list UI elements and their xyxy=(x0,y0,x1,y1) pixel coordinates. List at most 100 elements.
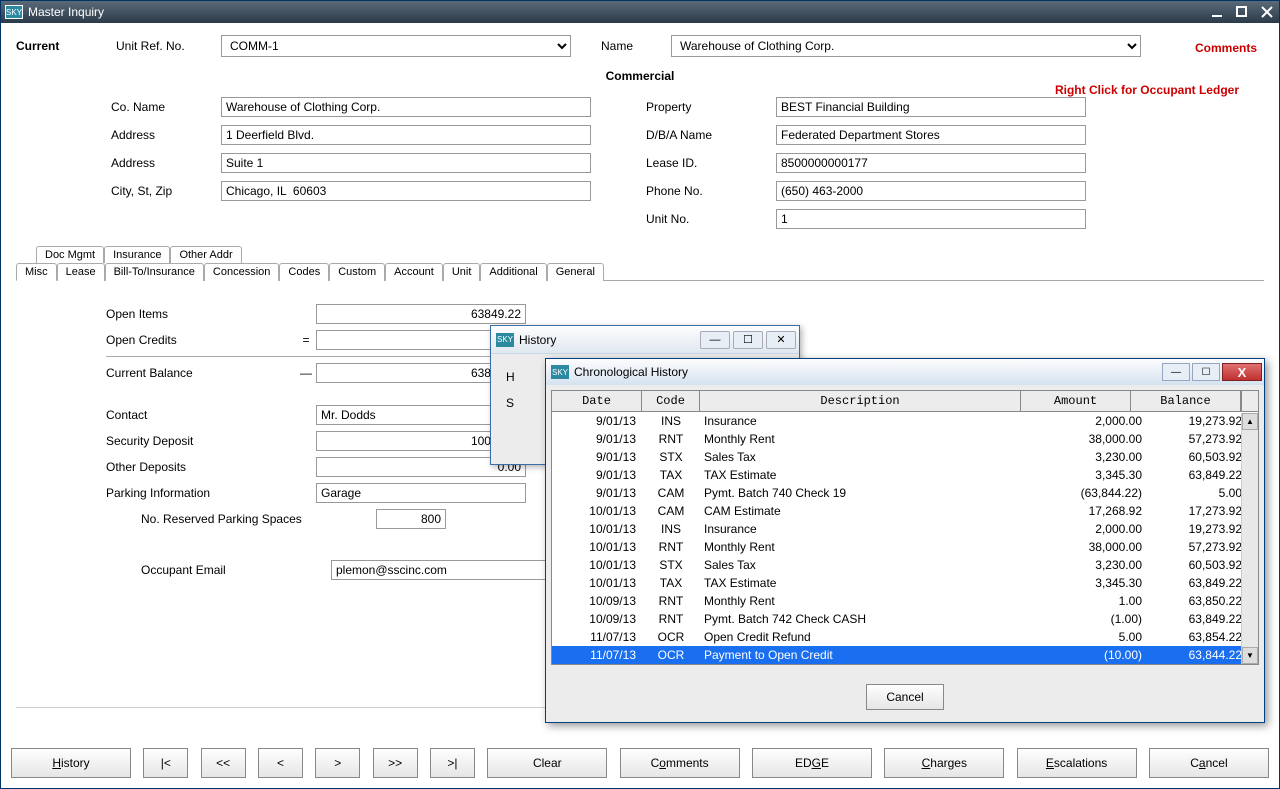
name-select[interactable]: Warehouse of Clothing Corp. xyxy=(671,35,1141,57)
history-maximize-button[interactable]: ☐ xyxy=(733,331,763,349)
table-row[interactable]: 10/01/13STXSales Tax3,230.0060,503.92 xyxy=(552,556,1258,574)
close-button[interactable] xyxy=(1254,3,1279,21)
history-minimize-button[interactable]: — xyxy=(700,331,730,349)
app-icon: SKY xyxy=(5,5,23,19)
col-desc[interactable]: Description xyxy=(700,391,1021,411)
tab-additional[interactable]: Additional xyxy=(480,263,546,281)
app-icon: SKY xyxy=(496,333,514,347)
chron-minimize-button[interactable]: — xyxy=(1162,363,1190,381)
edge-button[interactable]: EDGE xyxy=(752,748,872,778)
chron-title: Chronological History xyxy=(574,365,1162,379)
tab-doc-mgmt[interactable]: Doc Mgmt xyxy=(36,246,104,263)
maximize-button[interactable] xyxy=(1229,3,1254,21)
contact-label: Contact xyxy=(106,408,296,422)
table-row[interactable]: 9/01/13STXSales Tax3,230.0060,503.92 xyxy=(552,448,1258,466)
history-close-button[interactable]: ✕ xyxy=(766,331,796,349)
clear-button[interactable]: Clear xyxy=(487,748,607,778)
unit-input[interactable] xyxy=(776,209,1086,229)
tab-concession[interactable]: Concession xyxy=(204,263,279,281)
right-click-hint: Right Click for Occupant Ledger xyxy=(1055,83,1239,97)
tab-bill-to-insurance[interactable]: Bill-To/Insurance xyxy=(105,263,204,281)
charges-button[interactable]: Charges xyxy=(884,748,1004,778)
table-row[interactable]: 10/01/13INSInsurance2,000.0019,273.92 xyxy=(552,520,1258,538)
dba-input[interactable] xyxy=(776,125,1086,145)
minimize-button[interactable] xyxy=(1204,3,1229,21)
tabs-row-2: MiscLeaseBill-To/InsuranceConcessionCode… xyxy=(16,262,1264,281)
history-title: History xyxy=(519,333,700,347)
chron-cancel-button[interactable]: Cancel xyxy=(866,684,944,710)
col-date[interactable]: Date xyxy=(552,391,642,411)
address1-label: Address xyxy=(111,128,221,142)
tab-lease[interactable]: Lease xyxy=(57,263,105,281)
tab-insurance[interactable]: Insurance xyxy=(104,246,170,263)
chron-titlebar: SKY Chronological History — ☐ X xyxy=(546,359,1264,385)
tab-other-addr[interactable]: Other Addr xyxy=(170,246,241,263)
table-row[interactable]: 9/01/13INSInsurance2,000.0019,273.92 xyxy=(552,412,1258,430)
tab-custom[interactable]: Custom xyxy=(329,263,385,281)
escalations-button[interactable]: Escalations xyxy=(1017,748,1137,778)
col-amount[interactable]: Amount xyxy=(1021,391,1131,411)
nextpage-button[interactable]: >> xyxy=(373,748,418,778)
comments-button[interactable]: Comments xyxy=(620,748,740,778)
email-label: Occupant Email xyxy=(141,563,331,577)
section-title: Commercial xyxy=(16,69,1264,83)
reserved-spaces-input[interactable] xyxy=(376,509,446,529)
address2-input[interactable] xyxy=(221,153,591,173)
bottom-button-bar: History |< << < > >> >| Clear Comments E… xyxy=(11,748,1269,778)
scroll-up[interactable]: ▲ xyxy=(1242,413,1258,430)
table-row[interactable]: 10/01/13TAXTAX Estimate3,345.3063,849.22 xyxy=(552,574,1258,592)
history-titlebar: SKY History — ☐ ✕ xyxy=(491,326,799,354)
open-credits-label: Open Credits xyxy=(106,333,296,347)
table-row[interactable]: 9/01/13RNTMonthly Rent38,000.0057,273.92 xyxy=(552,430,1258,448)
property-label: Property xyxy=(646,100,776,114)
address1-input[interactable] xyxy=(221,125,591,145)
open-items-input[interactable] xyxy=(316,304,526,324)
tab-codes[interactable]: Codes xyxy=(279,263,329,281)
main-title: Master Inquiry xyxy=(28,5,1204,19)
first-button[interactable]: |< xyxy=(143,748,188,778)
phone-input[interactable] xyxy=(776,181,1086,201)
chron-maximize-button[interactable]: ☐ xyxy=(1192,363,1220,381)
tab-misc[interactable]: Misc xyxy=(16,263,57,281)
scroll-down[interactable]: ▼ xyxy=(1242,647,1258,664)
property-input[interactable] xyxy=(776,97,1086,117)
parking-info-label: Parking Information xyxy=(106,486,296,500)
tab-unit[interactable]: Unit xyxy=(443,263,481,281)
grid-scrollbar[interactable]: ▲ ▼ xyxy=(1241,413,1258,664)
prev-button[interactable]: < xyxy=(258,748,303,778)
grid-body[interactable]: 9/01/13INSInsurance2,000.0019,273.929/01… xyxy=(552,412,1258,664)
table-row[interactable]: 10/09/13RNTPymt. Batch 742 Check CASH(1.… xyxy=(552,610,1258,628)
last-button[interactable]: >| xyxy=(430,748,475,778)
app-icon: SKY xyxy=(551,365,569,379)
history-button[interactable]: History xyxy=(11,748,131,778)
cancel-button[interactable]: Cancel xyxy=(1149,748,1269,778)
unit-ref-select[interactable]: COMM-1 xyxy=(221,35,571,57)
tab-account[interactable]: Account xyxy=(385,263,443,281)
city-label: City, St, Zip xyxy=(111,184,221,198)
col-balance[interactable]: Balance xyxy=(1131,391,1241,411)
parking-info-input[interactable] xyxy=(316,483,526,503)
table-row[interactable]: 10/01/13RNTMonthly Rent38,000.0057,273.9… xyxy=(552,538,1258,556)
co-name-input[interactable] xyxy=(221,97,591,117)
city-input[interactable] xyxy=(221,181,591,201)
table-row[interactable]: 9/01/13TAXTAX Estimate3,345.3063,849.22 xyxy=(552,466,1258,484)
tab-general[interactable]: General xyxy=(547,263,604,281)
lease-label: Lease ID. xyxy=(646,156,776,170)
lease-input[interactable] xyxy=(776,153,1086,173)
table-row[interactable]: 9/01/13CAMPymt. Batch 740 Check 19(63,84… xyxy=(552,484,1258,502)
open-items-label: Open Items xyxy=(106,307,296,321)
table-row[interactable]: 10/01/13CAMCAM Estimate17,268.9217,273.9… xyxy=(552,502,1258,520)
table-row[interactable]: 11/07/13OCROpen Credit Refund5.0063,854.… xyxy=(552,628,1258,646)
current-balance-label: Current Balance xyxy=(106,366,296,380)
next-button[interactable]: > xyxy=(315,748,360,778)
current-label: Current xyxy=(16,39,116,53)
sec-deposit-label: Security Deposit xyxy=(106,434,296,448)
chron-close-button[interactable]: X xyxy=(1222,363,1262,381)
address2-label: Address xyxy=(111,156,221,170)
unit-label: Unit No. xyxy=(646,212,776,226)
table-row[interactable]: 11/07/13OCRPayment to Open Credit(10.00)… xyxy=(552,646,1258,664)
table-row[interactable]: 10/09/13RNTMonthly Rent1.0063,850.22 xyxy=(552,592,1258,610)
col-code[interactable]: Code xyxy=(642,391,700,411)
comments-link[interactable]: Comments xyxy=(1195,41,1257,55)
prevpage-button[interactable]: << xyxy=(201,748,246,778)
